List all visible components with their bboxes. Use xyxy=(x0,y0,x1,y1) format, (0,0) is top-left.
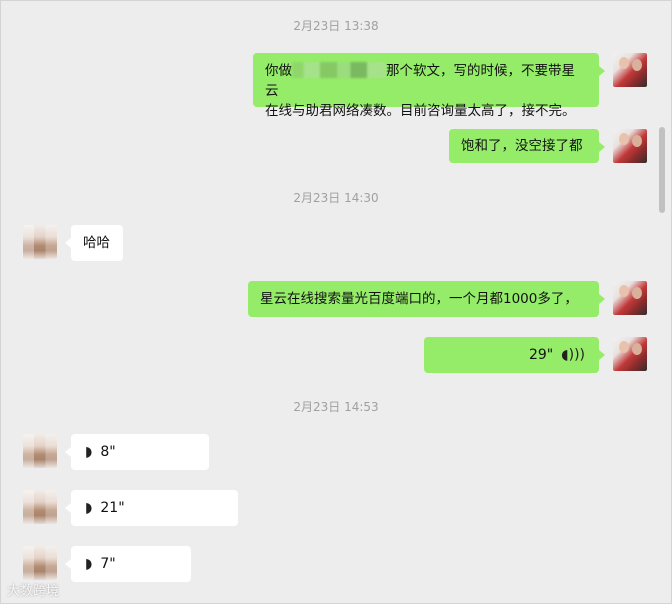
voice-duration: 7" xyxy=(100,556,116,572)
message-bubble-received[interactable]: 哈哈 xyxy=(65,225,123,261)
voice-wave-icon: ◗ xyxy=(85,500,93,516)
message-bubble-sent[interactable]: 你做 那个软文，写的时候，不要带星云 在线与助君网络凑数。目前咨询量太高了，接不完… xyxy=(253,53,605,119)
message-text: 你做 xyxy=(265,63,292,79)
message-text: 哈哈 xyxy=(83,235,110,251)
message-bubble-sent[interactable]: 星云在线搜索量光百度端口的，一个月都1000多了， xyxy=(248,281,605,317)
voice-duration: 21" xyxy=(100,500,125,516)
voice-message-received[interactable]: ◗ 21" xyxy=(65,490,238,526)
contact-avatar[interactable] xyxy=(23,434,57,468)
scrollbar-thumb[interactable] xyxy=(659,127,665,213)
voice-message-received[interactable]: ◗ 7" xyxy=(65,546,191,582)
message-text: 在线与助君网络凑数。目前咨询量太高了，接不完。 xyxy=(265,103,576,119)
contact-avatar[interactable] xyxy=(23,546,57,580)
voice-message-received[interactable]: ◗ 8" xyxy=(65,434,209,470)
voice-wave-icon: ◖))) xyxy=(561,347,585,363)
contact-avatar[interactable] xyxy=(23,490,57,524)
voice-duration: 8" xyxy=(100,444,116,460)
chat-window: 2月23日 13:38 你做 那个软文，写的时候，不要带星云 在线与助君网络凑数。… xyxy=(0,0,672,604)
timestamp: 2月23日 14:53 xyxy=(293,400,379,414)
watermark: 大数跨境 xyxy=(7,584,60,599)
voice-wave-icon: ◗ xyxy=(85,556,93,572)
message-bubble-sent[interactable]: 饱和了，没空接了都 xyxy=(449,129,605,163)
my-avatar[interactable] xyxy=(613,337,647,371)
contact-avatar[interactable] xyxy=(23,225,57,259)
voice-duration: 29" xyxy=(528,347,554,363)
redacted-text xyxy=(292,62,386,78)
my-avatar[interactable] xyxy=(613,129,647,163)
timestamp: 2月23日 14:30 xyxy=(293,191,379,205)
voice-message-sent[interactable]: 29" ◖))) xyxy=(424,337,605,373)
timestamp: 2月23日 13:38 xyxy=(293,19,379,33)
message-text: 星云在线搜索量光百度端口的，一个月都1000多了， xyxy=(260,291,578,307)
my-avatar[interactable] xyxy=(613,281,647,315)
my-avatar[interactable] xyxy=(613,53,647,87)
voice-wave-icon: ◗ xyxy=(85,444,93,460)
message-text: 饱和了，没空接了都 xyxy=(461,138,583,154)
